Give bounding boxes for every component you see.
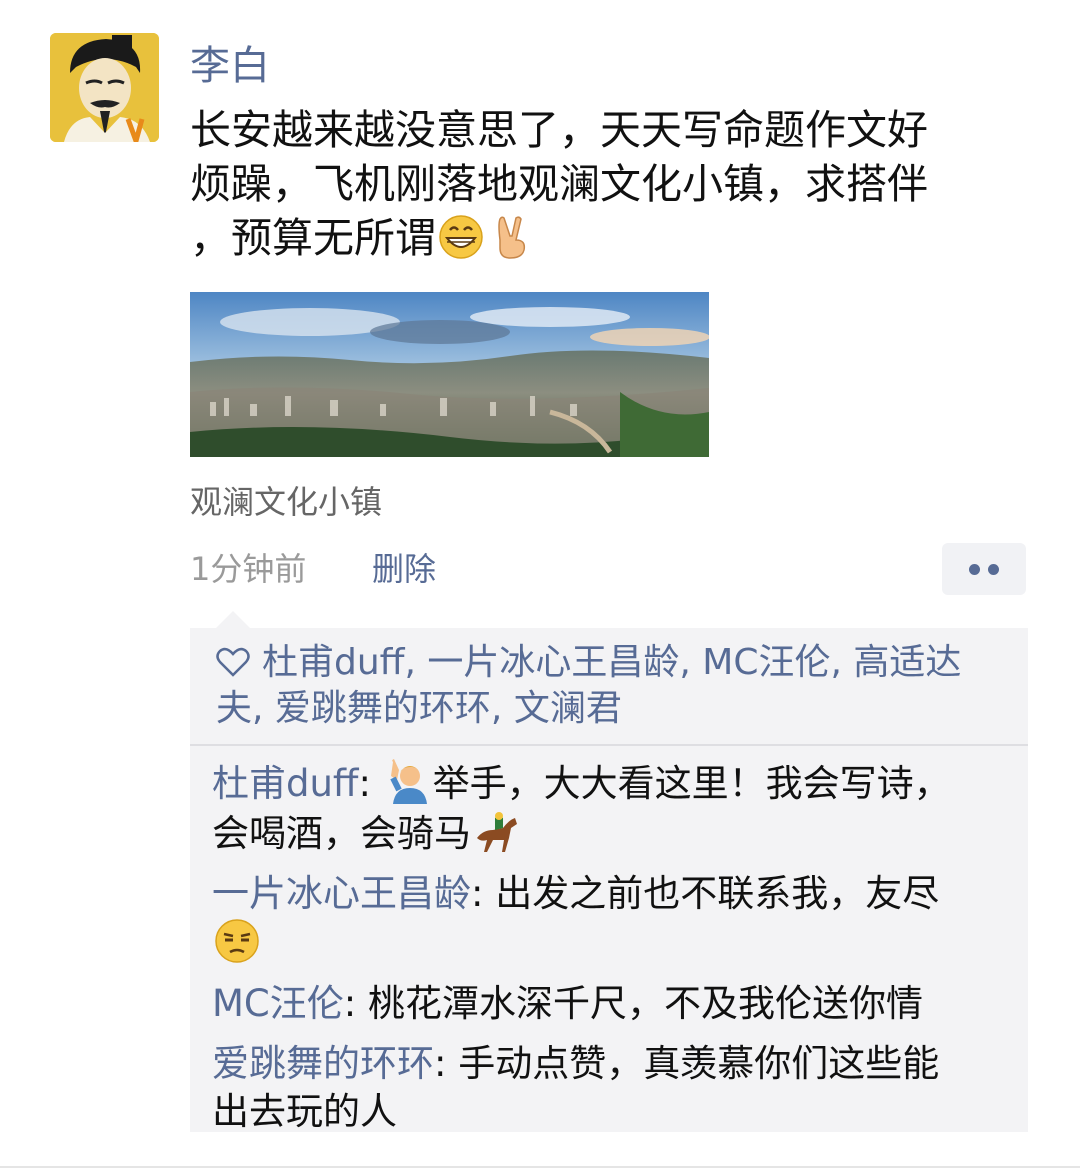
author-name[interactable]: 李白 — [190, 38, 270, 94]
comment-text: 桃花潭水深千尺，不及我伦送你情 — [368, 982, 923, 1025]
comment-colon: : — [343, 982, 368, 1025]
like-user[interactable]: 文澜君 — [514, 688, 622, 729]
like-user[interactable]: 夫 — [216, 688, 252, 729]
feed-divider — [0, 1166, 1080, 1168]
more-dots-icon — [988, 564, 999, 575]
post-photo[interactable] — [190, 292, 709, 457]
like-user[interactable]: 爱跳舞的环环 — [275, 688, 491, 729]
comment-item[interactable]: 杜甫duff: 举手，大大看这里！我会写诗， 会喝酒，会骑马 — [212, 758, 1012, 858]
like-separator: , — [679, 642, 703, 683]
grinning-face-emoji — [439, 215, 483, 259]
comment-colon: : — [358, 762, 383, 805]
comments-list: 杜甫duff: 举手，大大看这里！我会写诗， 会喝酒，会骑马 一片冰心王昌龄: … — [212, 758, 1012, 1148]
like-separator: , — [490, 688, 514, 729]
avatar[interactable] — [50, 33, 159, 142]
post-text-line: 长安越来越没意思了，天天写命题作文好 — [190, 106, 928, 154]
location-label[interactable]: 观澜文化小镇 — [190, 480, 382, 524]
city-panorama-image — [190, 292, 709, 457]
like-user[interactable]: 高适达 — [853, 642, 961, 683]
heart-icon — [216, 647, 250, 677]
victory-hand-emoji — [498, 216, 526, 259]
avatar-portrait-image — [50, 33, 159, 142]
likes-comments-panel: 杜甫duff, 一片冰心王昌龄, MC汪伦, 高适达 夫, 爱跳舞的环环, 文澜… — [190, 628, 1028, 1133]
comment-text: 手动点赞，真羡慕你们这些能 — [458, 1042, 940, 1085]
likes-list: 杜甫duff, 一片冰心王昌龄, MC汪伦, 高适达 夫, 爱跳舞的环环, 文澜… — [216, 640, 1006, 732]
like-user[interactable]: 杜甫duff — [262, 642, 404, 683]
post-text-line-3: ，预算无所谓 — [190, 211, 1020, 265]
like-separator: , — [830, 642, 854, 683]
comment-colon: : — [434, 1042, 459, 1085]
comment-item[interactable]: 一片冰心王昌龄: 出发之前也不联系我，友尽 — [212, 870, 1012, 968]
more-actions-button[interactable] — [942, 543, 1026, 595]
unamused-face-emoji — [215, 919, 259, 963]
comment-colon: : — [471, 872, 496, 915]
comment-text: 出去玩的人 — [212, 1090, 397, 1133]
comment-item[interactable]: MC汪伦: 桃花潭水深千尺，不及我伦送你情 — [212, 980, 1012, 1028]
comment-author[interactable]: 杜甫duff — [212, 762, 358, 805]
more-dots-icon — [969, 564, 980, 575]
post-text-line-3-text: ，预算无所谓 — [190, 214, 436, 262]
post-text: 长安越来越没意思了，天天写命题作文好 烦躁，飞机刚落地观澜文化小镇，求搭伴 ，预… — [190, 103, 1020, 265]
comment-text: 举手，大大看这里！我会写诗， — [432, 762, 951, 805]
post-text-line: 烦躁，飞机刚落地观澜文化小镇，求搭伴 — [190, 160, 928, 208]
post-timestamp: 1分钟前 — [190, 550, 307, 588]
horse-racing-emoji — [477, 812, 517, 852]
person-raising-hand-emoji — [389, 759, 427, 804]
comment-author[interactable]: MC汪伦 — [212, 982, 344, 1025]
comment-item[interactable]: 爱跳舞的环环: 手动点赞，真羡慕你们这些能 出去玩的人 — [212, 1040, 1012, 1136]
panel-caret — [216, 611, 250, 628]
like-user[interactable]: 一片冰心王昌龄 — [427, 642, 679, 683]
delete-button[interactable]: 删除 — [372, 547, 436, 591]
likes-divider — [190, 744, 1028, 746]
like-user[interactable]: MC汪伦 — [702, 642, 830, 683]
like-separator: , — [252, 688, 275, 729]
comment-text: 会喝酒，会骑马 — [212, 812, 471, 855]
comment-author[interactable]: 爱跳舞的环环 — [212, 1042, 434, 1085]
comment-author[interactable]: 一片冰心王昌龄 — [212, 872, 471, 915]
like-separator: , — [404, 642, 428, 683]
comment-text: 出发之前也不联系我，友尽 — [495, 872, 940, 915]
